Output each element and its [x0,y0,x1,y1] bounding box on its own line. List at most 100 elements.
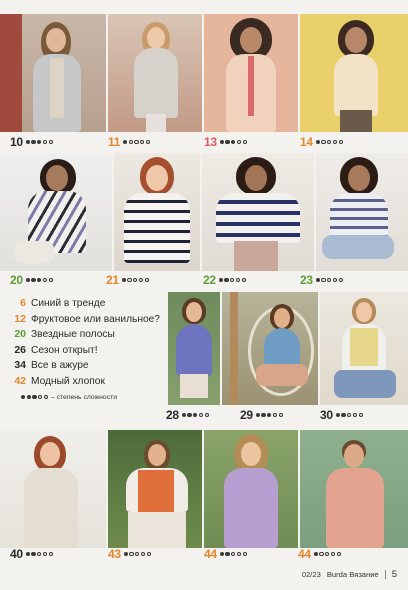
difficulty-dots [255,412,283,418]
difficulty-dots [315,139,343,145]
empty-dot-icon [198,412,203,418]
photo-p13 [204,14,298,132]
difficulty-dots [123,139,151,145]
photo-p44b [300,430,408,548]
page-number: 29 [240,408,253,422]
page-number: 43 [108,547,121,561]
empty-dot-icon [241,277,246,283]
filled-dot-icon [37,277,42,283]
toc-item[interactable]: 6 Синий в тренде [8,297,166,313]
legend-text: – степень сложности [50,393,117,401]
empty-dot-icon [37,551,42,557]
page-number: 44 [298,547,311,561]
difficulty-dots [25,277,53,283]
filled-dot-icon [267,412,272,418]
empty-dot-icon [347,412,352,418]
caption-p21[interactable]: 21 [106,273,149,287]
caption-p11[interactable]: 11 [108,135,151,149]
photo-p10 [0,14,106,132]
empty-dot-icon [242,551,247,557]
caption-p44a[interactable]: 44 [204,547,247,561]
difficulty-dots [218,277,246,283]
toc-item[interactable]: 34 Все в ажуре [8,359,166,375]
filled-dot-icon [25,277,30,283]
empty-dot-icon [336,551,341,557]
caption-p20[interactable]: 20 [10,273,53,287]
toc-item[interactable]: 12 Фруктовое или ванильное? [8,313,166,329]
toc-page-number: 12 [14,312,26,325]
empty-dot-icon [236,139,241,145]
empty-dot-icon [140,139,145,145]
difficulty-dots [121,277,149,283]
page-number: 14 [300,135,313,149]
toc-page-number: 42 [14,374,26,387]
difficulty-dots [313,551,341,557]
caption-p29[interactable]: 29 [240,408,283,422]
empty-dot-icon [231,551,236,557]
toc-page-number: 34 [14,359,26,372]
empty-dot-icon [319,551,324,557]
caption-p44b[interactable]: 44 [298,547,341,561]
page-number: 28 [166,408,179,422]
page-number: 11 [108,135,121,149]
toc-title: Все в ажуре [31,360,89,372]
empty-dot-icon [42,277,47,283]
filled-dot-icon [31,139,36,145]
photo-p30 [320,292,408,405]
page-number: 5 [391,569,397,580]
toc-item[interactable]: 20 Звездные полосы [8,328,166,344]
caption-p30[interactable]: 30 [320,408,363,422]
empty-dot-icon [42,551,47,557]
empty-dot-icon [43,394,48,400]
table-of-contents: 6 Синий в тренде 12 Фруктовое или ваниль… [8,297,166,401]
caption-p43a[interactable]: 43 [108,547,151,561]
empty-dot-icon [145,139,151,145]
filled-dot-icon [315,277,320,283]
caption-p22[interactable]: 22 [203,273,246,287]
empty-dot-icon [272,412,277,418]
empty-dot-icon [330,551,335,557]
empty-dot-icon [327,139,332,145]
difficulty-legend: – степень сложности [21,394,166,401]
filled-dot-icon [224,277,229,283]
filled-dot-icon [225,139,230,145]
caption-p40[interactable]: 40 [10,547,53,561]
empty-dot-icon [332,277,337,283]
caption-p10[interactable]: 10 [10,135,53,149]
difficulty-dots [25,551,53,557]
toc-title: Синий в тренде [31,298,106,309]
caption-p14[interactable]: 14 [300,135,343,149]
photo-p43a [108,430,202,548]
toc-page-number: 6 [20,297,26,309]
caption-p23[interactable]: 23 [300,273,343,287]
filled-dot-icon [123,551,128,557]
photo-p22 [202,153,314,271]
page-number: 21 [106,273,119,287]
empty-dot-icon [38,394,43,400]
empty-dot-icon [332,139,337,145]
magazine-name: Burda Вязание [326,570,379,579]
page-number: 20 [10,273,23,287]
page-number: 44 [204,547,217,561]
empty-dot-icon [278,412,283,418]
empty-dot-icon [338,277,343,283]
empty-dot-icon [358,412,363,418]
page-number: 40 [10,547,23,561]
difficulty-dots [219,551,247,557]
toc-item[interactable]: 26 Сезон открыт! [8,344,166,360]
filled-dot-icon [193,412,198,418]
toc-title: Модный хлопок [31,375,105,387]
empty-dot-icon [352,412,357,418]
caption-p28[interactable]: 28 [166,408,209,422]
empty-dot-icon [135,551,140,557]
toc-page-number: 26 [14,343,26,356]
empty-dot-icon [42,139,47,145]
empty-dot-icon [230,277,235,283]
toc-item[interactable]: 42 Модный хлопок [8,375,166,391]
toc-page-number: 20 [14,328,26,341]
caption-p13[interactable]: 13 [204,135,247,149]
empty-dot-icon [138,277,143,283]
photo-p28 [168,292,220,405]
photo-p29 [222,292,318,405]
empty-dot-icon [325,551,330,557]
